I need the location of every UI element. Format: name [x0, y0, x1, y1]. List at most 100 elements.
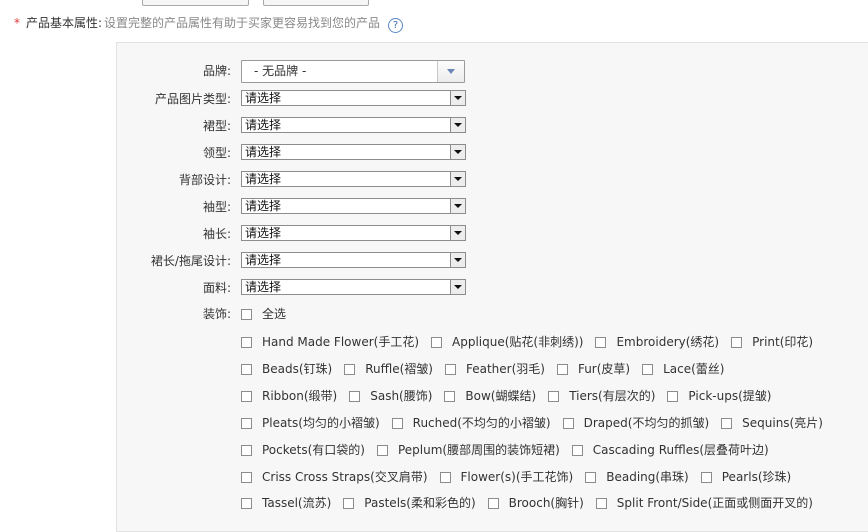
decoration-option-label: Pick-ups(提皱)	[688, 389, 772, 403]
decoration-option[interactable]: Ruched(不均匀的小褶皱)	[391, 414, 551, 432]
decoration-option[interactable]: Feather(羽毛)	[444, 360, 545, 378]
decoration-option-label: Criss Cross Straps(交叉肩带)	[262, 470, 428, 484]
decoration-option[interactable]: Ribbon(缎带)	[241, 387, 337, 405]
decoration-option[interactable]: Tiers(有层次的)	[548, 387, 655, 405]
decoration-checkbox[interactable]	[344, 364, 356, 375]
decoration-option[interactable]: Fur(皮草)	[556, 360, 630, 378]
decoration-checkbox[interactable]	[556, 364, 568, 375]
decoration-option[interactable]: Pleats(均匀的小褶皱)	[241, 414, 380, 432]
decoration-checkbox[interactable]	[700, 472, 712, 483]
attribute-select-value: 请选择	[245, 172, 282, 186]
decoration-option[interactable]: Applique(贴花(非刺绣))	[431, 333, 583, 351]
decoration-option[interactable]: Beads(钉珠)	[241, 360, 332, 378]
attribute-select[interactable]: 请选择	[241, 252, 466, 268]
decoration-option[interactable]: Ruffle(褶皱)	[344, 360, 433, 378]
decoration-option-label: Split Front/Side(正面或侧面开叉的)	[616, 496, 813, 510]
decoration-checkbox[interactable]	[721, 418, 733, 429]
decoration-checkbox[interactable]	[241, 337, 252, 348]
decoration-option[interactable]: Sequins(亮片)	[721, 414, 823, 432]
select-all-option[interactable]: 全选	[241, 305, 286, 323]
decoration-option[interactable]: Lace(蕾丝)	[642, 360, 725, 378]
decoration-checkbox[interactable]	[642, 364, 654, 375]
decoration-checkbox[interactable]	[562, 418, 574, 429]
attribute-select[interactable]: 请选择	[241, 171, 466, 187]
decoration-option[interactable]: Pick-ups(提皱)	[667, 387, 771, 405]
decoration-option[interactable]: Brooch(胸针)	[487, 494, 584, 512]
decoration-checkbox[interactable]	[241, 498, 252, 509]
decoration-option-label: Lace(蕾丝)	[663, 362, 725, 376]
decoration-option[interactable]: Embroidery(绣花)	[595, 333, 719, 351]
decoration-option[interactable]: Criss Cross Straps(交叉肩带)	[241, 468, 428, 486]
decoration-option-label: Bow(蝴蝶结)	[465, 389, 537, 403]
attribute-label: 袖型:	[202, 200, 231, 214]
decoration-checkbox[interactable]	[444, 391, 456, 402]
decoration-option[interactable]: Pearls(珍珠)	[700, 468, 791, 486]
attribute-select[interactable]: 请选择	[241, 198, 466, 214]
decoration-checkbox[interactable]	[595, 498, 607, 509]
decoration-checkbox[interactable]	[241, 364, 252, 375]
dropdown-arrow-icon[interactable]	[450, 172, 465, 186]
decoration-checkbox[interactable]	[571, 445, 583, 456]
brand-select[interactable]: - 无品牌 -	[241, 60, 465, 83]
brand-select-value: - 无品牌 -	[254, 64, 307, 78]
attribute-label: 领型:	[202, 146, 231, 160]
decoration-option[interactable]: Tassel(流苏)	[241, 494, 331, 512]
decoration-option[interactable]: Print(印花)	[731, 333, 813, 351]
dropdown-arrow-icon[interactable]	[450, 91, 465, 105]
decoration-checkbox[interactable]	[548, 391, 560, 402]
decoration-option[interactable]: Pockets(有口袋的)	[241, 441, 365, 459]
decoration-option-label: Brooch(胸针)	[508, 496, 584, 510]
dropdown-arrow-icon[interactable]	[450, 145, 465, 159]
decoration-option[interactable]: Sash(腰饰)	[349, 387, 432, 405]
attribute-select[interactable]: 请选择	[241, 225, 466, 241]
attribute-select[interactable]: 请选择	[241, 117, 466, 133]
dropdown-arrow-icon[interactable]	[450, 226, 465, 240]
chevron-down-icon[interactable]	[437, 61, 464, 82]
decoration-option[interactable]: Peplum(腰部周围的装饰短裙)	[376, 441, 560, 459]
decoration-checkbox[interactable]	[391, 418, 403, 429]
attribute-select[interactable]: 请选择	[241, 144, 466, 160]
decoration-checkbox[interactable]	[376, 445, 388, 456]
attribute-label: 背部设计:	[178, 173, 231, 187]
decoration-checkbox[interactable]	[349, 391, 361, 402]
decoration-checkbox[interactable]	[241, 445, 252, 456]
decoration-checkbox[interactable]	[241, 391, 252, 402]
section-header: * 产品基本属性: 设置完整的产品属性有助于买家更容易找到您的产品?	[14, 14, 404, 33]
dropdown-arrow-icon[interactable]	[450, 118, 465, 132]
top-button-fragment[interactable]	[263, 0, 369, 6]
decoration-checkbox[interactable]	[585, 472, 597, 483]
decoration-option[interactable]: Hand Made Flower(手工花)	[241, 333, 419, 351]
decoration-checkbox[interactable]	[595, 337, 607, 348]
decoration-option[interactable]: Split Front/Side(正面或侧面开叉的)	[595, 494, 813, 512]
decoration-option[interactable]: Draped(不均匀的抓皱)	[562, 414, 709, 432]
top-input-fragment[interactable]	[142, 0, 249, 6]
decoration-checkbox[interactable]	[431, 337, 443, 348]
decoration-checkbox[interactable]	[667, 391, 679, 402]
decoration-checkbox[interactable]	[241, 472, 252, 483]
attribute-select[interactable]: 请选择	[241, 90, 466, 106]
decoration-checkbox[interactable]	[487, 498, 499, 509]
decoration-checkbox[interactable]	[439, 472, 451, 483]
decoration-label: 装饰:	[202, 307, 231, 321]
decoration-option[interactable]: Cascading Ruffles(层叠荷叶边)	[571, 441, 769, 459]
dropdown-arrow-icon[interactable]	[450, 280, 465, 294]
decoration-options-row: Pockets(有口袋的) Peplum(腰部周围的装饰短裙) Cascading …	[241, 441, 781, 459]
decoration-option[interactable]: Flower(s)(手工花饰)	[439, 468, 573, 486]
decoration-option[interactable]: Bow(蝴蝶结)	[444, 387, 536, 405]
decoration-option-label: Tassel(流苏)	[262, 496, 332, 510]
attribute-row: 领型: 请选择	[117, 144, 868, 162]
dropdown-arrow-icon[interactable]	[450, 199, 465, 213]
select-all-checkbox[interactable]	[241, 309, 252, 320]
decoration-option[interactable]: Pastels(柔和彩色的)	[343, 494, 476, 512]
decoration-checkbox[interactable]	[444, 364, 456, 375]
decoration-checkbox[interactable]	[241, 418, 252, 429]
decoration-row: 装饰: 全选	[117, 305, 868, 323]
decoration-checkbox[interactable]	[731, 337, 743, 348]
attribute-select[interactable]: 请选择	[241, 279, 466, 295]
attribute-row: 裙长/拖尾设计: 请选择	[117, 252, 868, 270]
question-circle-icon[interactable]: ?	[388, 18, 404, 33]
dropdown-arrow-icon[interactable]	[450, 253, 465, 267]
decoration-options-row: Beads(钉珠) Ruffle(褶皱) Feather(羽毛) Fur(皮草) Lac…	[241, 360, 737, 378]
decoration-option[interactable]: Beading(串珠)	[585, 468, 689, 486]
decoration-checkbox[interactable]	[343, 498, 355, 509]
